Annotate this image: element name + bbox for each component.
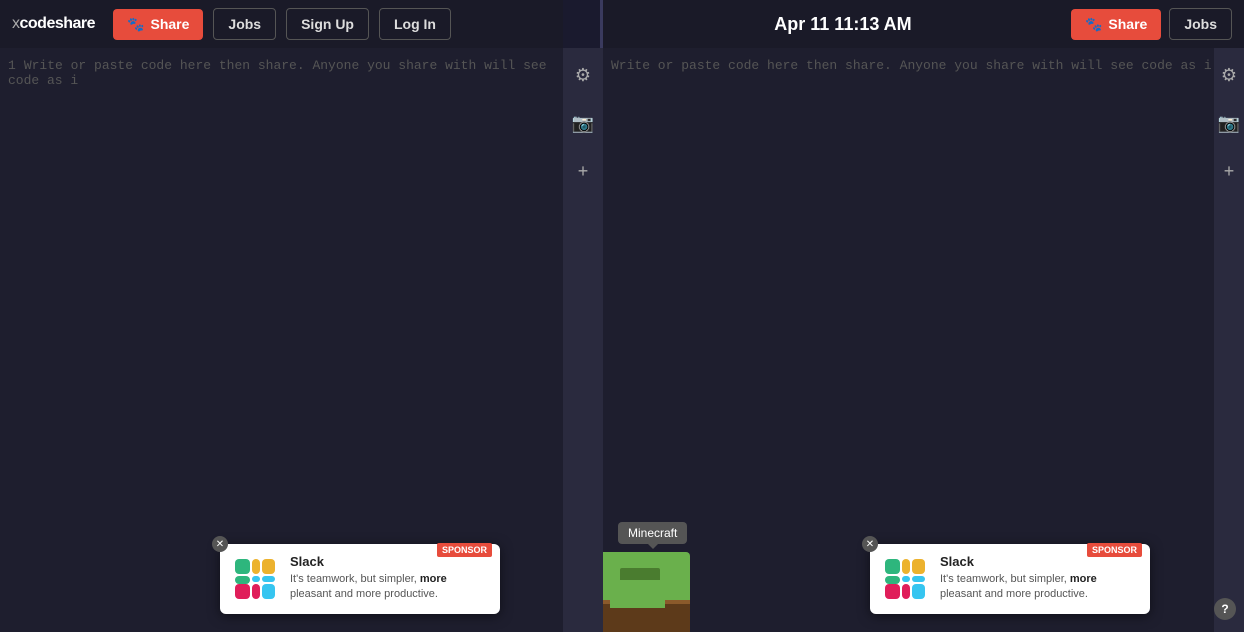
right-camera-icon: 📷: [1218, 113, 1240, 134]
minecraft-tooltip: Minecraft: [618, 522, 687, 544]
left-sponsor-ad: ✕ SPONSOR Slack It's teamwork, but simpl…: [220, 544, 500, 614]
right-header-buttons: 🐾 Share Jobs: [1071, 8, 1232, 40]
signup-label: Sign Up: [301, 16, 354, 32]
share-label: Share: [150, 16, 189, 32]
jobs-label: Jobs: [228, 16, 261, 32]
right-ad-content: Slack It's teamwork, but simpler, more p…: [940, 554, 1140, 603]
right-share-icon: 🐾: [1085, 16, 1102, 33]
right-jobs-label: Jobs: [1184, 16, 1217, 32]
video-icon[interactable]: 📷: [568, 108, 598, 138]
right-header: Apr 11 11:13 AM 🐾 Share Jobs: [603, 0, 1244, 48]
help-button-right[interactable]: ?: [1214, 598, 1236, 620]
right-share-button[interactable]: 🐾 Share: [1071, 9, 1161, 40]
right-add-icon[interactable]: +: [1214, 156, 1244, 186]
right-settings-icon[interactable]: ⚙: [1214, 60, 1244, 90]
line-number: 1: [8, 58, 16, 73]
editor-placeholder: Write or paste code here then share. Any…: [8, 58, 547, 88]
plus-icon: +: [578, 161, 589, 182]
right-editor-placeholder: Write or paste code here then share. Any…: [611, 58, 1212, 73]
right-gear-icon: ⚙: [1221, 65, 1237, 86]
right-sponsor-ad: ✕ SPONSOR Slack It's teamwork, but simpl…: [870, 544, 1150, 614]
left-ad-close[interactable]: ✕: [212, 536, 228, 552]
minecraft-preview: [590, 552, 690, 632]
center-sidebar: ⚙ 📷 +: [563, 48, 603, 632]
share-button[interactable]: 🐾 Share: [113, 9, 203, 40]
left-ad-content: Slack It's teamwork, but simpler, more p…: [290, 554, 490, 603]
right-ad-sponsor-badge: SPONSOR: [1087, 543, 1142, 557]
gear-icon: ⚙: [575, 65, 591, 86]
camera-icon: 📷: [572, 113, 594, 134]
right-panel: Apr 11 11:13 AM 🐾 Share Jobs Write or pa…: [603, 0, 1244, 632]
left-ad-sponsor-badge: SPONSOR: [437, 543, 492, 557]
right-ad-close[interactable]: ✕: [862, 536, 878, 552]
right-jobs-button[interactable]: Jobs: [1169, 8, 1232, 40]
right-video-icon[interactable]: 📷: [1214, 108, 1244, 138]
left-panel: xcodeshare 🐾 Share Jobs Sign Up Log In 1…: [0, 0, 563, 632]
session-time: Apr 11 11:13 AM: [615, 14, 1071, 35]
login-label: Log In: [394, 16, 436, 32]
right-slack-logo: [880, 554, 930, 604]
right-sidebar: ⚙ 📷 +: [1214, 48, 1244, 632]
left-slack-logo: [230, 554, 280, 604]
add-icon[interactable]: +: [568, 156, 598, 186]
right-ad-description: It's teamwork, but simpler, more pleasan…: [940, 572, 1140, 603]
jobs-button[interactable]: Jobs: [213, 8, 276, 40]
share-icon: 🐾: [127, 16, 144, 33]
login-button[interactable]: Log In: [379, 8, 451, 40]
settings-icon[interactable]: ⚙: [568, 60, 598, 90]
navbar: xcodeshare 🐾 Share Jobs Sign Up Log In: [0, 0, 563, 48]
right-share-label: Share: [1108, 16, 1147, 32]
right-plus-icon: +: [1224, 161, 1235, 182]
help-icon-right: ?: [1221, 602, 1228, 616]
logo: xcodeshare: [12, 15, 95, 33]
left-ad-description: It's teamwork, but simpler, more pleasan…: [290, 572, 490, 603]
signup-button[interactable]: Sign Up: [286, 8, 369, 40]
